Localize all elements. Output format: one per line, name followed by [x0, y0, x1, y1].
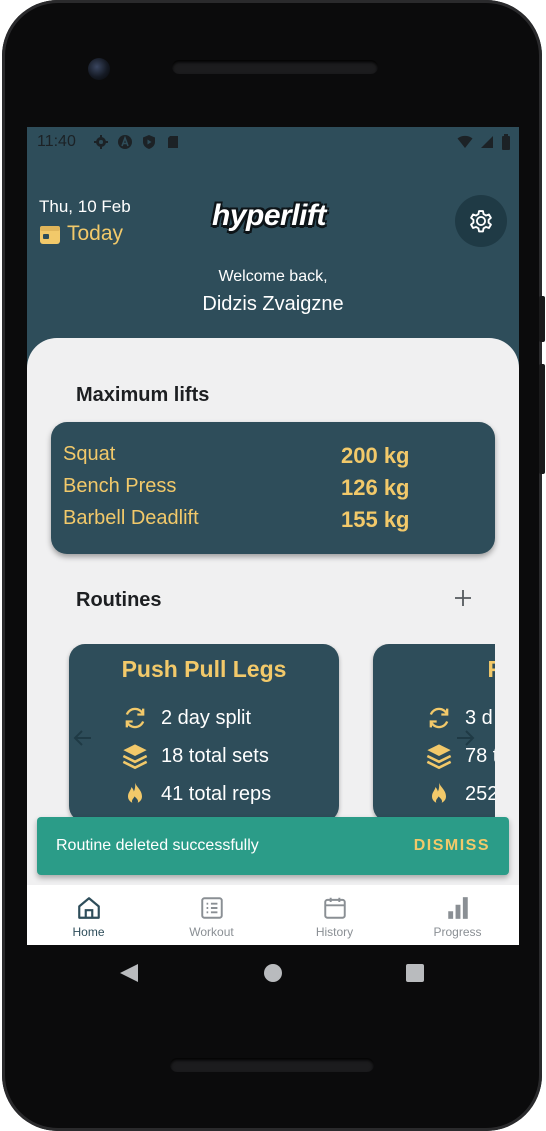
- layers-icon: [426, 744, 452, 770]
- lift-name: Barbell Deadlift: [63, 507, 199, 529]
- routine-reps: 252: [425, 780, 495, 808]
- gear-icon: [470, 210, 492, 233]
- current-date: Thu, 10 Feb: [39, 197, 131, 216]
- routine-card[interactable]: Push Pull Legs 2 day split 18 total sets…: [69, 644, 339, 822]
- app-screen: 11:40 Thu, 10 Feb Today hyperlift Welcom…: [27, 127, 519, 945]
- bottom-speaker: [170, 1058, 374, 1072]
- bar-chart-icon: [447, 897, 468, 919]
- max-lifts-title: Maximum lifts: [76, 384, 210, 406]
- volume-button: [539, 364, 545, 474]
- calendar-icon: [323, 897, 346, 919]
- routine-reps-text: 252: [465, 782, 495, 805]
- flame-icon: [432, 782, 446, 805]
- arrow-right-icon[interactable]: [453, 726, 477, 750]
- system-navigation-bar: [120, 964, 424, 982]
- sdcard-icon: [168, 136, 178, 148]
- max-lifts-card[interactable]: Squat 200 kg Bench Press 126 kg Barbell …: [51, 422, 495, 554]
- nav-workout[interactable]: Workout: [150, 885, 273, 945]
- earpiece-speaker: [172, 60, 378, 74]
- arrow-left-icon[interactable]: [71, 726, 95, 750]
- add-routine-icon[interactable]: [451, 586, 475, 610]
- routine-split: 2 day split: [121, 704, 251, 732]
- today-button[interactable]: Today: [39, 222, 123, 246]
- routine-card[interactable]: Full 3 d 78 t: [373, 644, 495, 822]
- nav-workout-label: Workout: [189, 925, 234, 939]
- user-name: Didzis Zvaigzne: [202, 293, 344, 315]
- battery-icon: [502, 134, 510, 150]
- lift-name: Bench Press: [63, 475, 177, 497]
- app-logo: hyperlift: [212, 199, 326, 232]
- gear-icon: [94, 135, 108, 149]
- routine-sets: 18 total sets: [121, 742, 269, 770]
- nav-progress[interactable]: Progress: [396, 885, 519, 945]
- repeat-icon: [429, 707, 449, 729]
- settings-button[interactable]: [455, 195, 507, 247]
- routine-split-text: 2 day split: [161, 706, 252, 729]
- lift-value: 155 kg: [341, 507, 410, 532]
- nav-home[interactable]: Home: [27, 885, 150, 945]
- status-bar: 11:40: [27, 127, 519, 157]
- list-icon: [200, 897, 223, 919]
- routine-reps-text: 41 total reps: [161, 782, 272, 805]
- routine-title: Full: [487, 656, 495, 682]
- nav-progress-label: Progress: [433, 925, 482, 939]
- repeat-icon: [125, 707, 145, 729]
- content-sheet: Maximum lifts Squat 200 kg Bench Press 1…: [27, 338, 519, 898]
- routine-reps: 41 total reps: [121, 780, 271, 808]
- home-icon: [77, 897, 100, 919]
- status-time: 11:40: [37, 133, 76, 150]
- lift-value: 126 kg: [341, 475, 410, 500]
- wifi-icon: [457, 135, 473, 148]
- layers-icon: [122, 744, 148, 770]
- snackbar: Routine deleted successfully DISMISS: [37, 817, 509, 875]
- flame-icon: [128, 782, 142, 805]
- routine-sets-text: 18 total sets: [161, 744, 269, 767]
- dismiss-button[interactable]: DISMISS: [414, 837, 490, 855]
- system-home-icon[interactable]: [264, 964, 282, 982]
- welcome-text: Welcome back,: [218, 268, 328, 285]
- front-camera: [88, 58, 110, 80]
- routines-title: Routines: [76, 589, 162, 611]
- nav-home-label: Home: [72, 925, 105, 939]
- routine-title: Push Pull Legs: [121, 656, 287, 682]
- side-button: [539, 296, 545, 342]
- lift-name: Squat: [63, 443, 116, 465]
- lift-row: Barbell Deadlift 155 kg: [63, 507, 483, 537]
- shield-play-icon: [143, 135, 155, 149]
- routines-carousel[interactable]: Push Pull Legs 2 day split 18 total sets…: [27, 644, 495, 824]
- calendar-today-icon: [40, 226, 60, 244]
- system-recents-icon[interactable]: [406, 964, 424, 982]
- today-label: Today: [67, 222, 124, 245]
- lift-row: Squat 200 kg: [63, 443, 483, 473]
- system-back-icon[interactable]: [120, 964, 138, 982]
- bottom-navigation: Home Workout History Progress: [27, 885, 519, 945]
- snackbar-message: Routine deleted successfully: [56, 837, 259, 854]
- nav-history-label: History: [315, 925, 354, 939]
- nav-history[interactable]: History: [273, 885, 396, 945]
- lift-value: 200 kg: [341, 443, 410, 468]
- lift-row: Bench Press 126 kg: [63, 475, 483, 505]
- a-icon: [118, 135, 132, 149]
- signal-icon: [481, 136, 493, 148]
